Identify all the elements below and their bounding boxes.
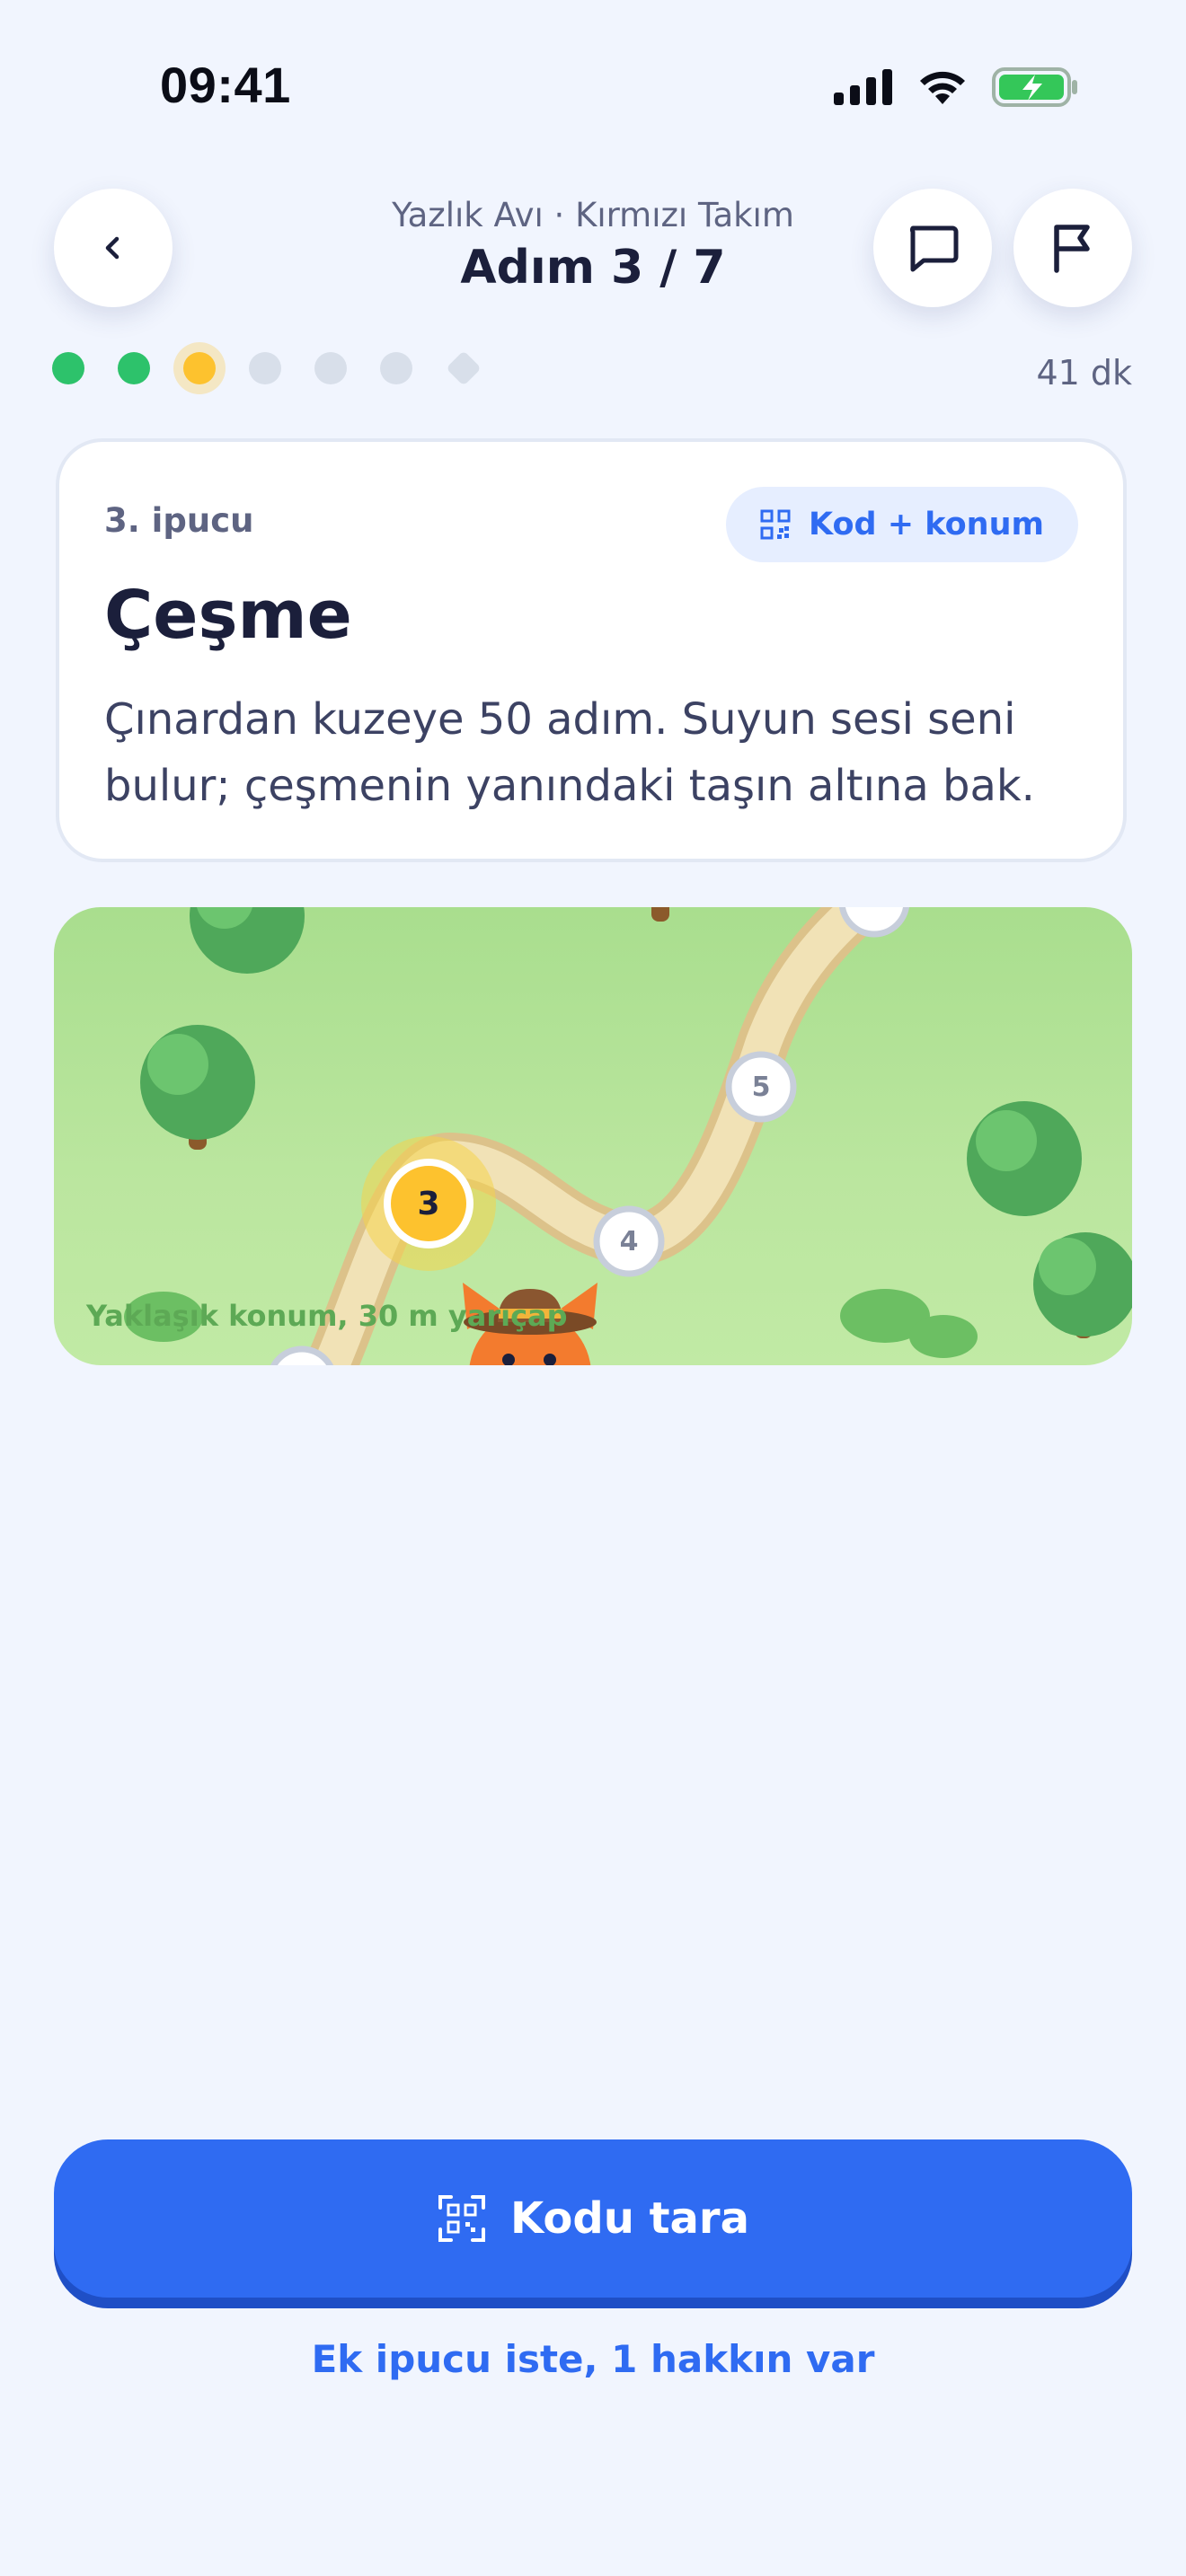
chat-icon	[909, 225, 959, 272]
status-time: 09:41	[160, 57, 291, 113]
clue-number: 3. ipucu	[104, 501, 254, 540]
bush-icon	[909, 1315, 978, 1358]
map-marker[interactable]: 4	[611, 1223, 647, 1259]
flag-button[interactable]	[1013, 189, 1132, 307]
map-marker[interactable]: 5	[743, 1069, 779, 1105]
tree-icon	[967, 1101, 1082, 1216]
extra-hint-link[interactable]: Ek ipucu iste, 1 hakkın var	[0, 2337, 1186, 2381]
battery-charging-icon	[992, 67, 1077, 107]
tree-icon	[1033, 1232, 1132, 1338]
map-caption: Yaklaşık konum, 30 m yarıçap	[86, 1299, 568, 1333]
qr-code-icon	[760, 509, 791, 540]
clue-card: 3. ipucu Kod + konum Çeşme Çınardan kuze…	[56, 438, 1127, 862]
wifi-icon	[920, 71, 965, 104]
trail	[311, 907, 888, 1365]
status-icons	[834, 66, 1078, 108]
time-remaining: 41 dk	[1036, 353, 1132, 393]
verification-chip: Kod + konum	[726, 487, 1078, 562]
step-dot-current	[183, 352, 216, 384]
step-dot-upcoming	[314, 352, 347, 384]
step-dot-final	[446, 350, 482, 386]
clue-title: Çeşme	[104, 577, 352, 654]
hunt-subtitle: Yazlık Avı · Kırmızı Takım	[392, 196, 794, 234]
tree-icon	[651, 907, 669, 922]
step-progress	[52, 350, 482, 386]
step-dot-done	[118, 352, 150, 384]
flag-icon	[1054, 225, 1090, 273]
map-marker-current[interactable]: 3	[411, 1186, 447, 1222]
scan-code-button[interactable]: Kodu tara	[54, 2139, 1132, 2298]
qr-scan-icon	[438, 2195, 486, 2242]
step-dot-upcoming	[249, 352, 281, 384]
scan-code-label: Kodu tara	[510, 2193, 749, 2244]
tree-icon	[190, 907, 305, 974]
chip-label: Kod + konum	[809, 507, 1044, 543]
chat-button[interactable]	[873, 189, 992, 307]
step-dot-done	[52, 352, 84, 384]
clue-text: Çınardan kuzeye 50 adım. Suyun sesi seni…	[104, 694, 1035, 811]
map-illustration	[124, 907, 1132, 1365]
step-dot-upcoming	[380, 352, 412, 384]
signal-icon	[834, 69, 892, 105]
hunt-map[interactable]: 3 4 5 Yaklaşık konum, 30 m yarıçap	[54, 907, 1132, 1365]
step-title: Adım 3 / 7	[460, 241, 726, 295]
tree-icon	[140, 1025, 255, 1150]
